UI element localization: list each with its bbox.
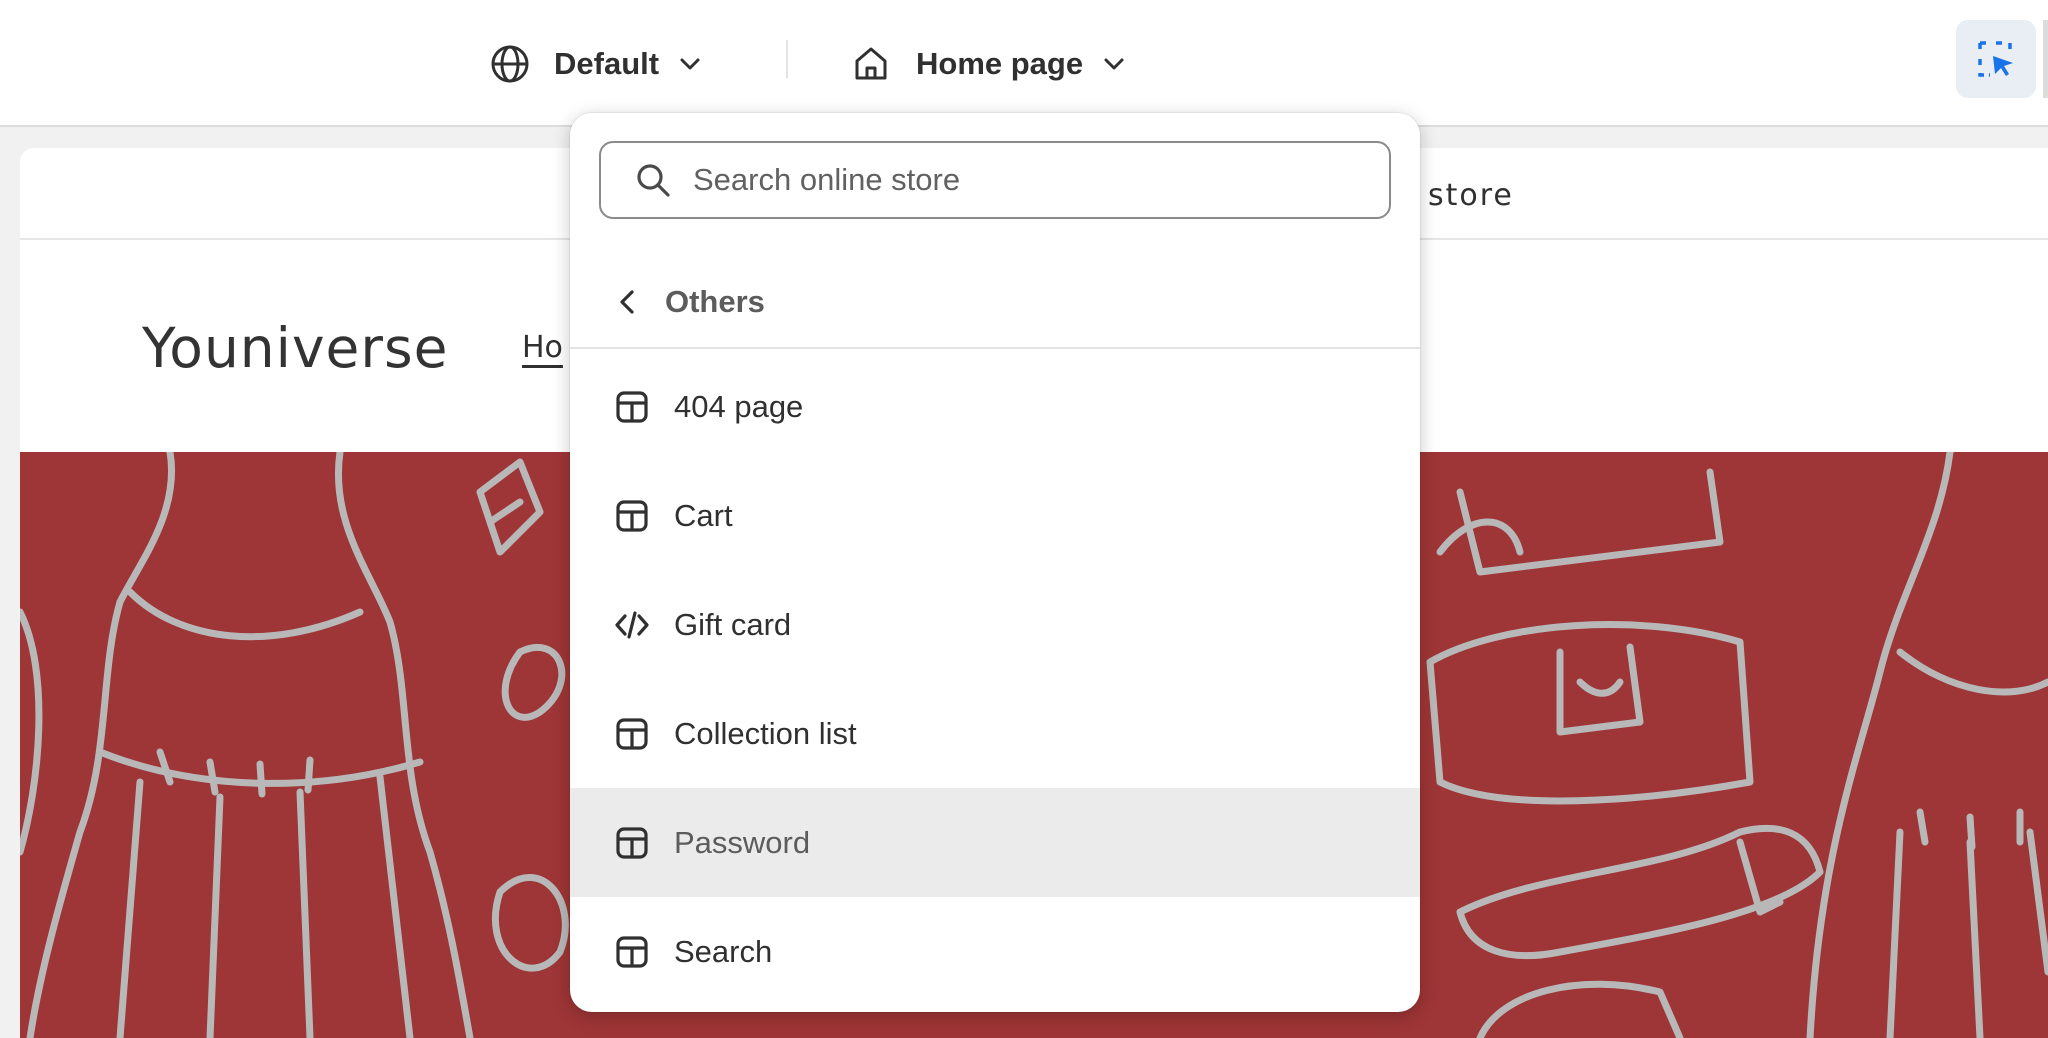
editor-toolbar: Default Home page	[0, 0, 2048, 127]
back-to-others-button[interactable]: Others	[570, 257, 1420, 349]
template-icon	[614, 716, 650, 752]
menu-item-label: Collection list	[674, 715, 857, 751]
template-list: 404 page Cart Gift card Collection list …	[570, 352, 1420, 1006]
search-field[interactable]	[599, 141, 1391, 219]
menu-item-label: Cart	[674, 497, 733, 533]
locale-selector[interactable]: Default	[490, 0, 703, 127]
menu-item-label: Search	[674, 933, 773, 969]
template-icon	[614, 498, 650, 534]
chevron-left-icon	[614, 288, 642, 316]
template-selector[interactable]: Home page	[852, 0, 1127, 127]
chevron-down-icon	[1101, 51, 1127, 77]
template-icon	[614, 389, 650, 425]
announcement-text: store	[1428, 178, 1514, 213]
menu-item-label: 404 page	[674, 388, 804, 424]
search-input[interactable]	[691, 161, 1375, 199]
chevron-down-icon	[677, 51, 703, 77]
menu-item-404-page[interactable]: 404 page	[570, 352, 1420, 461]
store-nav-link[interactable]: Ho	[522, 330, 563, 365]
globe-icon	[490, 44, 530, 84]
menu-item-label: Password	[674, 824, 811, 860]
inspector-button[interactable]	[1956, 20, 2036, 98]
menu-item-password[interactable]: Password	[570, 788, 1420, 897]
template-icon	[614, 934, 650, 970]
menu-item-cart[interactable]: Cart	[570, 461, 1420, 570]
select-cursor-icon	[1976, 39, 2016, 79]
template-label: Home page	[916, 45, 1084, 81]
template-dropdown: Others 404 page Cart	[570, 113, 1420, 1012]
menu-item-search[interactable]: Search	[570, 897, 1420, 1006]
store-logo[interactable]: Youniverse	[142, 316, 448, 380]
locale-label: Default	[554, 45, 660, 81]
home-icon	[852, 45, 890, 83]
template-icon	[614, 825, 650, 861]
back-label: Others	[665, 284, 765, 319]
code-icon	[614, 607, 650, 643]
toolbar-divider	[786, 40, 788, 78]
toolbar-edge-button[interactable]	[2043, 20, 2048, 98]
search-icon	[635, 162, 671, 198]
menu-item-label: Gift card	[674, 606, 792, 642]
menu-item-gift-card[interactable]: Gift card	[570, 570, 1420, 679]
menu-item-collection-list[interactable]: Collection list	[570, 679, 1420, 788]
